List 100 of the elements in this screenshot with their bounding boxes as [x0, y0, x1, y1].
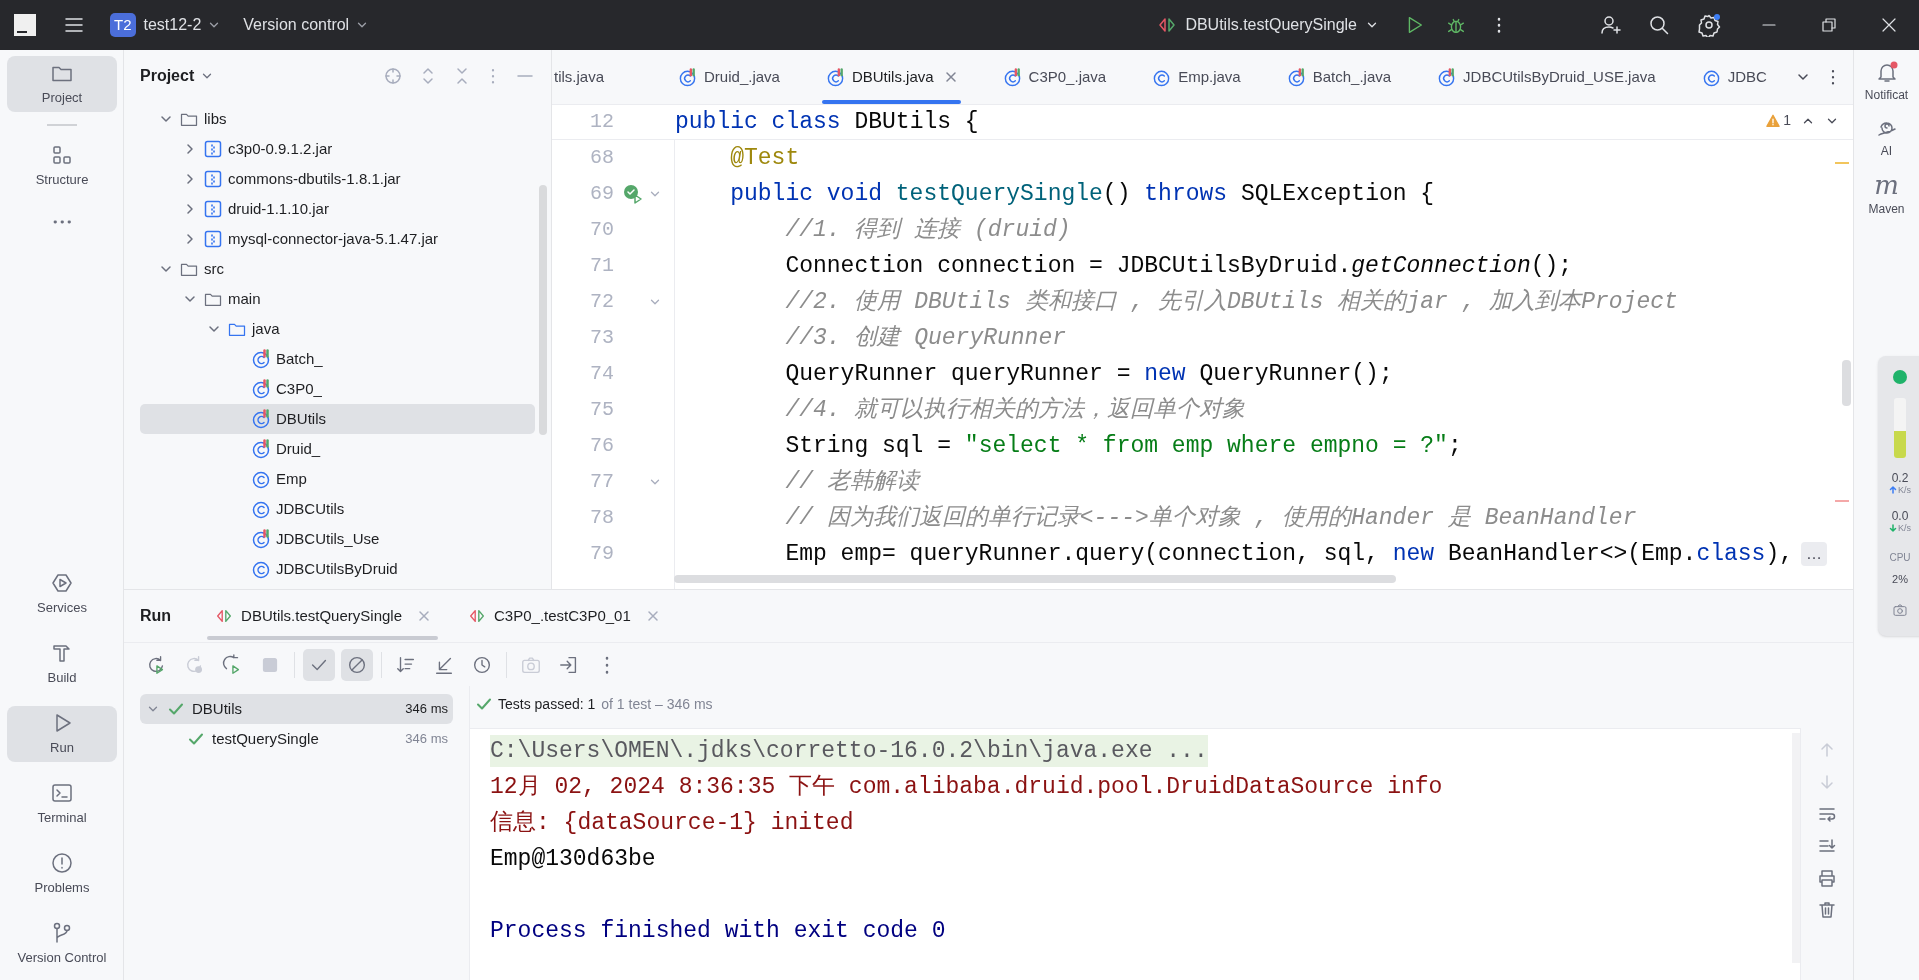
tree-item[interactable]: Batch_ — [140, 344, 535, 374]
warning-icon — [50, 850, 74, 875]
run-tab[interactable]: DBUtils.testQuerySingle — [207, 590, 438, 642]
tree-item[interactable]: main — [140, 284, 535, 314]
editor-tab[interactable]: Druid_.java — [666, 50, 792, 104]
runnable-class-icon — [251, 529, 271, 549]
line-number: 71 — [589, 253, 614, 279]
scrollbar[interactable] — [674, 575, 1396, 583]
project-switcher[interactable]: test12-2 — [143, 13, 222, 37]
line-number: 79 — [589, 541, 614, 567]
line-number: 12 — [589, 109, 614, 135]
class-icon — [251, 499, 271, 519]
tool-window-button[interactable]: Structure — [7, 138, 117, 194]
run-tab[interactable]: C3P0_.testC3P0_01 — [460, 590, 667, 642]
arrow-up-icon — [1889, 486, 1897, 494]
editor-tab[interactable]: tils.java — [552, 50, 617, 104]
tool-window-button[interactable]: Services — [7, 566, 117, 622]
test-duration: 346 ms — [405, 730, 448, 749]
tool-window-button[interactable]: Run — [7, 706, 117, 762]
test-tree-item[interactable]: testQuerySingle 346 ms — [140, 724, 453, 754]
more-icon — [604, 654, 610, 675]
warning-icon — [1766, 113, 1781, 128]
runnable-class-icon — [1286, 67, 1306, 87]
search-icon[interactable] — [1647, 13, 1671, 37]
rate-unit: K/s — [1898, 484, 1911, 496]
print-icon[interactable] — [1817, 868, 1837, 888]
tool-window-button[interactable]: Terminal — [7, 776, 117, 832]
code-line: // 因为我们返回的单行记录<--->单个对象 , 使用的Hander 是 BeanHandler — [785, 504, 1637, 533]
code-line: Emp emp= queryRunner.query(connection, sql, new BeanHandler<>(Emp.class), — [785, 540, 1793, 569]
code-line: //3. 创建 QueryRunner — [785, 324, 1067, 353]
code-line: Connection connection = JDBCUtilsByDruid.getConnection(); — [785, 252, 1573, 281]
editor-tab[interactable]: DBUtils.java — [813, 50, 969, 104]
tool-window-button[interactable]: Version Control — [7, 916, 117, 972]
editor-tab[interactable]: JDBC — [1689, 50, 1779, 104]
console-line: 信息: {dataSource-1} inited — [490, 809, 854, 838]
settings-icon[interactable] — [1697, 13, 1721, 37]
target-icon[interactable] — [383, 66, 403, 86]
test-config-icon — [468, 607, 486, 625]
run-test-icon[interactable] — [622, 183, 644, 205]
test-duration: 346 ms — [405, 700, 448, 719]
editor-tab[interactable]: C3P0_.java — [990, 50, 1119, 104]
restore-icon[interactable] — [1819, 15, 1839, 35]
fold-hint[interactable]: … — [1801, 542, 1827, 566]
tree-item[interactable]: druid-1.1.10.jar — [140, 194, 535, 224]
cpu-usage: 2% — [1892, 572, 1908, 587]
line-number: 68 — [589, 145, 614, 171]
project-badge: T2 — [110, 12, 136, 38]
code-line: //2. 使用 DBUtils 类和接口 , 先引入DBUtils 相关的jar , 加入到本Project — [785, 288, 1678, 317]
tool-window-button[interactable]: Notificat — [1854, 60, 1919, 104]
console-line: 12月 02, 2024 8:36:35 下午 com.alibaba.druid.pool.DruidDataSource info — [490, 773, 1443, 802]
code-line: //4. 就可以执行相关的方法，返回单个对象 — [785, 395, 1246, 425]
code-line: //1. 得到 连接 (druid) — [785, 216, 1071, 245]
check-button[interactable] — [303, 648, 335, 681]
tree-item[interactable]: C3P0_ — [140, 374, 535, 404]
code-line: String sql = "select * from emp where empno = ?"; — [785, 432, 1462, 461]
tree-item[interactable]: JDBCUtils — [140, 494, 535, 524]
jar-icon — [203, 229, 223, 249]
view-selector[interactable]: Project — [140, 64, 215, 88]
scrollbar[interactable] — [539, 185, 547, 435]
trash-icon[interactable] — [1817, 900, 1837, 920]
code-line: public class DBUtils { — [675, 108, 979, 137]
tree-item[interactable]: libs — [140, 104, 535, 134]
run-config-dropdown[interactable]: DBUtils.testQuerySingle — [1157, 13, 1379, 37]
class-icon — [251, 469, 271, 489]
tree-item[interactable]: Emp — [140, 464, 535, 494]
line-number: 69 — [589, 181, 614, 207]
tree-item[interactable]: commons-dbutils-1.8.1.jar — [140, 164, 535, 194]
test-name: testQuerySingle — [212, 728, 320, 749]
runnable-class-icon — [1002, 67, 1022, 87]
tree-item[interactable]: JDBCUtilsByDruid — [140, 554, 535, 584]
tree-item[interactable]: c3p0-0.9.1.2.jar — [140, 134, 535, 164]
tool-window-button[interactable]: Project — [7, 56, 117, 112]
tree-item[interactable]: mysql-connector-java-5.1.47.jar — [140, 224, 535, 254]
editor-tab[interactable]: Emp.java — [1140, 50, 1253, 104]
runnable-class-icon — [251, 439, 271, 459]
vcs-dropdown[interactable]: Version control — [243, 13, 370, 37]
tree-item[interactable]: src — [140, 254, 535, 284]
tree-item[interactable]: java — [140, 314, 535, 344]
test-tree-item[interactable]: DBUtils 346 ms — [140, 694, 453, 724]
rate-unit: K/s — [1898, 522, 1911, 534]
ignored-button[interactable] — [341, 648, 373, 681]
line-number: 75 — [589, 397, 614, 423]
editor-tab[interactable]: JDBCUtilsByDruid_USE.java — [1425, 50, 1668, 104]
tree-item[interactable]: DBUtils — [140, 404, 535, 434]
camera-icon[interactable] — [1892, 601, 1908, 618]
tree-item[interactable]: Druid_ — [140, 434, 535, 464]
tool-window-button[interactable]: Build — [7, 636, 117, 692]
scrollbar[interactable] — [1842, 360, 1851, 406]
tree-item[interactable]: JDBCUtils_Use — [140, 524, 535, 554]
console-line: Emp@130d63be — [490, 845, 656, 874]
jar-icon — [203, 139, 223, 159]
tool-window-button[interactable]: m Maven — [1854, 172, 1919, 218]
warning-count[interactable]: 1 — [1766, 110, 1791, 131]
add-user-icon[interactable] — [1599, 13, 1623, 37]
tool-window-button[interactable]: AI — [1854, 116, 1919, 160]
runnable-class-icon — [678, 67, 698, 87]
editor-tab[interactable]: Batch_.java — [1274, 50, 1404, 104]
code-line: @Test — [730, 144, 800, 173]
tool-window-button[interactable]: Problems — [7, 846, 117, 902]
app-logo-icon — [14, 14, 36, 36]
